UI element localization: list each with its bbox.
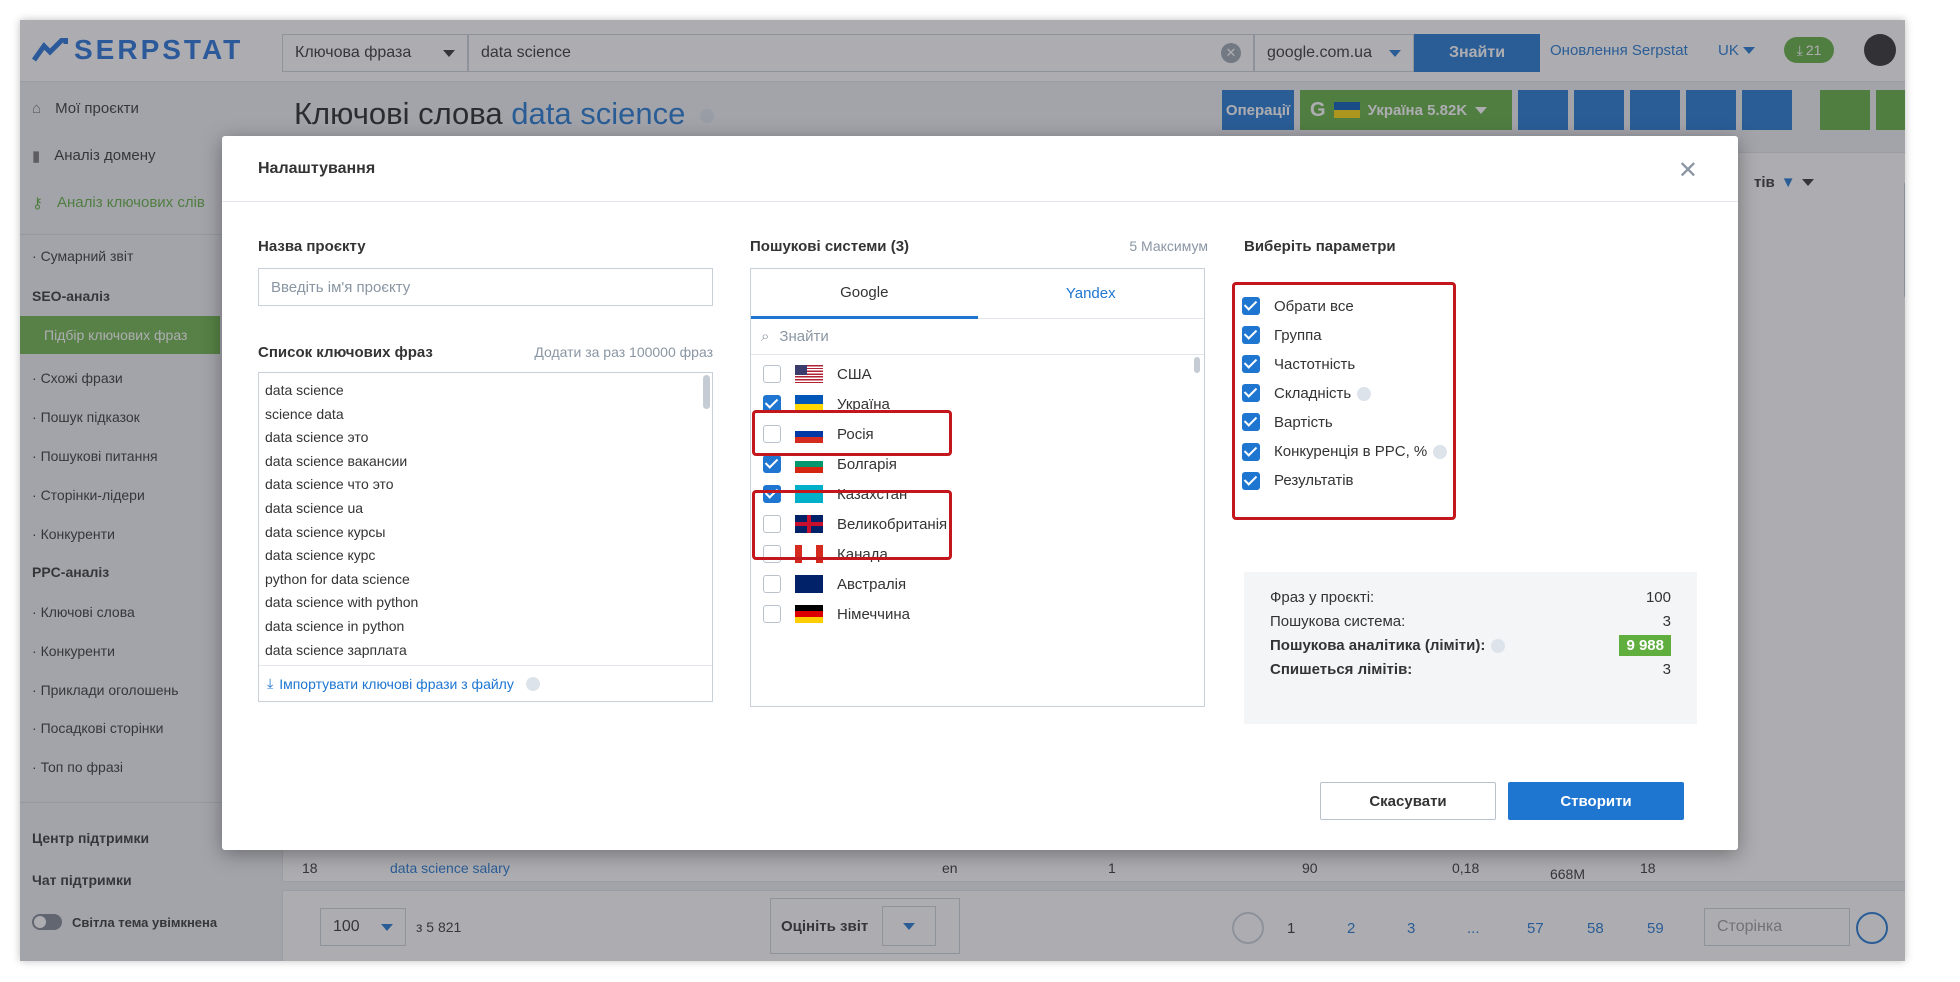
stat-label: Пошукова система: — [1270, 613, 1405, 630]
highlight-box — [752, 490, 952, 560]
close-icon[interactable]: ✕ — [1678, 156, 1698, 185]
import-keywords-link[interactable]: ⤓ Імпортувати ключові фрази з файлу — [259, 665, 712, 701]
app-window: SERPSTAT Ключова фраза data science ✕ go… — [20, 20, 1905, 961]
us-flag-icon — [795, 365, 823, 383]
keyword-line: data science with python — [265, 594, 419, 611]
checkbox[interactable] — [763, 575, 781, 593]
keywords-textarea[interactable]: data science science data data science это… — [258, 372, 713, 702]
upload-icon: ⤓ — [267, 675, 274, 691]
stat-row: Спишеться лімітів: 3 — [1270, 654, 1671, 684]
stat-value: 3 — [1662, 660, 1671, 678]
keyword-line: data science вакансии — [265, 452, 408, 469]
checkbox[interactable] — [763, 365, 781, 383]
de-flag-icon — [795, 605, 823, 623]
stat-value: 9 988 — [1619, 634, 1671, 656]
keyword-line: data science зарплата — [265, 641, 407, 658]
stat-label-text: Спишеться лімітів: — [1270, 660, 1413, 678]
settings-modal: Налаштування ✕ Назва проєкту Введіть ім'… — [222, 136, 1738, 850]
engine-search-input[interactable]: ⌕ Знайти — [751, 319, 1204, 355]
keyword-line: data science курс — [265, 547, 376, 564]
stat-label-text: Пошукова аналітика (ліміти): — [1270, 636, 1486, 654]
country-option[interactable]: Австралія — [763, 569, 906, 599]
keyword-line: data science что это — [265, 476, 394, 493]
bg-flag-icon — [795, 455, 823, 473]
tab-yandex[interactable]: Yandex — [977, 269, 1204, 319]
stat-label-text: Пошукова система: — [1270, 612, 1406, 630]
params-label: Виберіть параметри — [1244, 238, 1396, 255]
keywords-hint: Додати за раз 100000 фраз — [534, 344, 713, 360]
modal-title: Налаштування — [258, 159, 376, 177]
highlight-box — [1232, 282, 1456, 520]
keyword-line: data science — [265, 382, 344, 398]
info-icon — [1491, 638, 1506, 653]
highlight-box — [752, 410, 952, 456]
keyword-line: data science ua — [265, 499, 364, 516]
au-flag-icon — [795, 575, 823, 593]
project-name-label: Назва проєкту — [258, 238, 366, 255]
keyword-line: data science курсы — [265, 523, 386, 540]
keyword-line: data science in python — [265, 617, 405, 634]
scrollbar[interactable] — [703, 375, 710, 409]
engines-panel: Google Yandex ⌕ Знайти США Україна Росія Бо… — [750, 268, 1205, 707]
stats-panel: Фраз у проєкті: 100 Пошукова система: 3 Пошу… — [1244, 572, 1697, 724]
engines-hint: 5 Максимум — [1129, 238, 1208, 254]
country-option[interactable]: Німеччина — [763, 599, 910, 629]
import-link-label: Імпортувати ключові фрази з файлу — [279, 675, 514, 692]
keywords-list: data science science data data science это… — [259, 373, 712, 662]
country-label: США — [837, 365, 872, 383]
tab-google[interactable]: Google — [751, 269, 978, 319]
country-label: Болгарія — [837, 455, 897, 473]
keyword-line: data science это — [265, 429, 369, 446]
stat-value: 100 — [1645, 588, 1671, 606]
scrollbar[interactable] — [1194, 357, 1200, 373]
info-icon — [525, 676, 540, 691]
checkbox[interactable] — [763, 455, 781, 473]
stat-label: Фраз у проєкті: — [1270, 589, 1374, 606]
engines-label: Пошукові системи (3) — [750, 238, 910, 255]
engine-search-placeholder: Знайти — [779, 328, 829, 345]
keywords-label: Список ключових фраз — [258, 344, 433, 361]
country-label: Німеччина — [837, 605, 910, 623]
checkbox[interactable] — [763, 605, 781, 623]
country-option[interactable]: США — [763, 359, 872, 389]
stat-value: 3 — [1662, 612, 1671, 630]
modal-header: Налаштування — [222, 136, 1738, 202]
stat-label: Пошукова аналітика (ліміти): — [1270, 636, 1506, 654]
search-icon: ⌕ — [761, 328, 770, 345]
create-button[interactable]: Створити — [1508, 782, 1684, 820]
project-name-input[interactable]: Введіть ім'я проєкту — [258, 268, 713, 306]
keyword-line: python for data science — [265, 570, 410, 587]
stat-label: Спишеться лімітів: — [1270, 661, 1412, 678]
country-label: Австралія — [837, 575, 907, 593]
keyword-line: science data — [265, 405, 344, 422]
stat-label-text: Фраз у проєкті: — [1270, 588, 1375, 606]
cancel-button[interactable]: Скасувати — [1320, 782, 1496, 820]
